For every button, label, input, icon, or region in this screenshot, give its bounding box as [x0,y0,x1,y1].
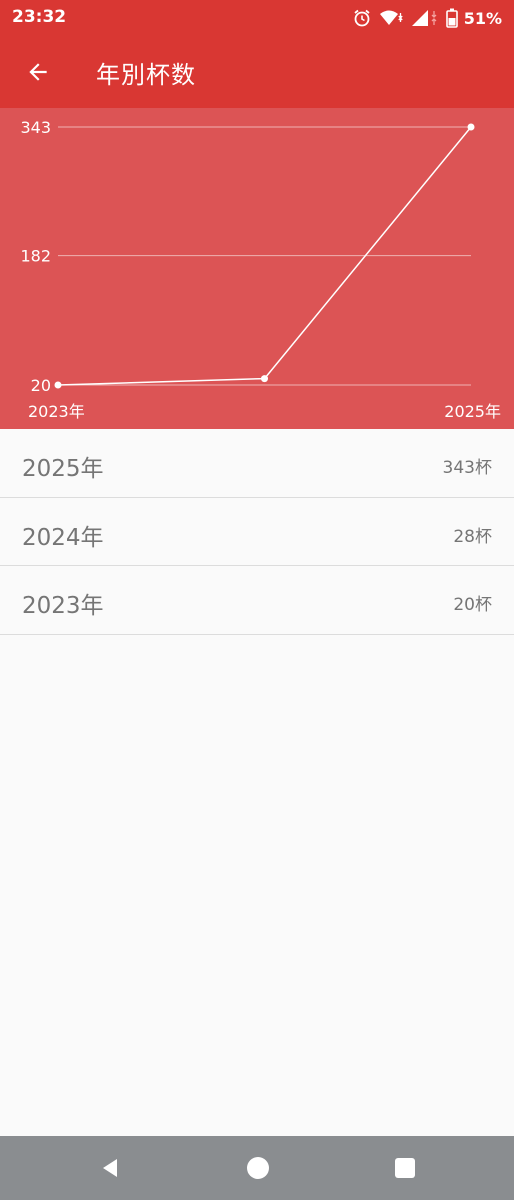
alarm-clock-icon [352,8,372,28]
wifi-icon [378,8,404,28]
year-row-2023[interactable]: 2023年 20杯 [0,566,514,635]
x-tick-label: 2023年 [28,402,85,421]
y-tick-label: 182 [20,247,51,266]
cup-count: 343杯 [442,458,492,478]
y-tick-label: 343 [20,118,51,137]
status-bar: 23:32 51% [0,0,514,36]
x-tick-label: 2025年 [444,402,501,421]
nav-recents-button[interactable] [387,1150,423,1186]
circle-home-icon [247,1157,269,1179]
chart-canvas: 343 182 20 2023年 2025年 [20,118,501,421]
cup-count: 28杯 [453,526,492,547]
year-label: 2025年 [22,456,104,482]
year-label: 2023年 [22,593,104,619]
year-row-2024[interactable]: 2024年 28杯 [0,498,514,566]
data-point [54,381,62,389]
year-row-2025[interactable]: 2025年 343杯 [0,429,514,498]
year-list: 2025年 343杯 2024年 28杯 2023年 20杯 [0,429,514,635]
battery-icon [445,8,458,28]
arrow-left-icon [29,63,47,81]
system-nav-bar [0,1136,514,1200]
app-bar: 年別杯数 [0,36,514,108]
y-tick-label: 20 [31,376,51,395]
status-icons: 51% [352,6,502,30]
battery-level: 51% [463,8,502,28]
back-button[interactable] [14,48,62,96]
triangle-back-icon [103,1159,117,1177]
page-title: 年別杯数 [96,61,196,89]
status-time: 23:32 [12,7,67,27]
nav-home-button[interactable] [240,1150,276,1186]
square-recents-icon [395,1158,415,1178]
year-label: 2024年 [22,524,104,551]
nav-back-button[interactable] [92,1150,128,1186]
cell-signal-icon [410,8,440,28]
cup-count: 20杯 [453,595,492,615]
data-point [261,375,268,383]
data-point [467,123,475,131]
yearly-cups-chart: 343 182 20 2023年 2025年 [0,108,514,429]
